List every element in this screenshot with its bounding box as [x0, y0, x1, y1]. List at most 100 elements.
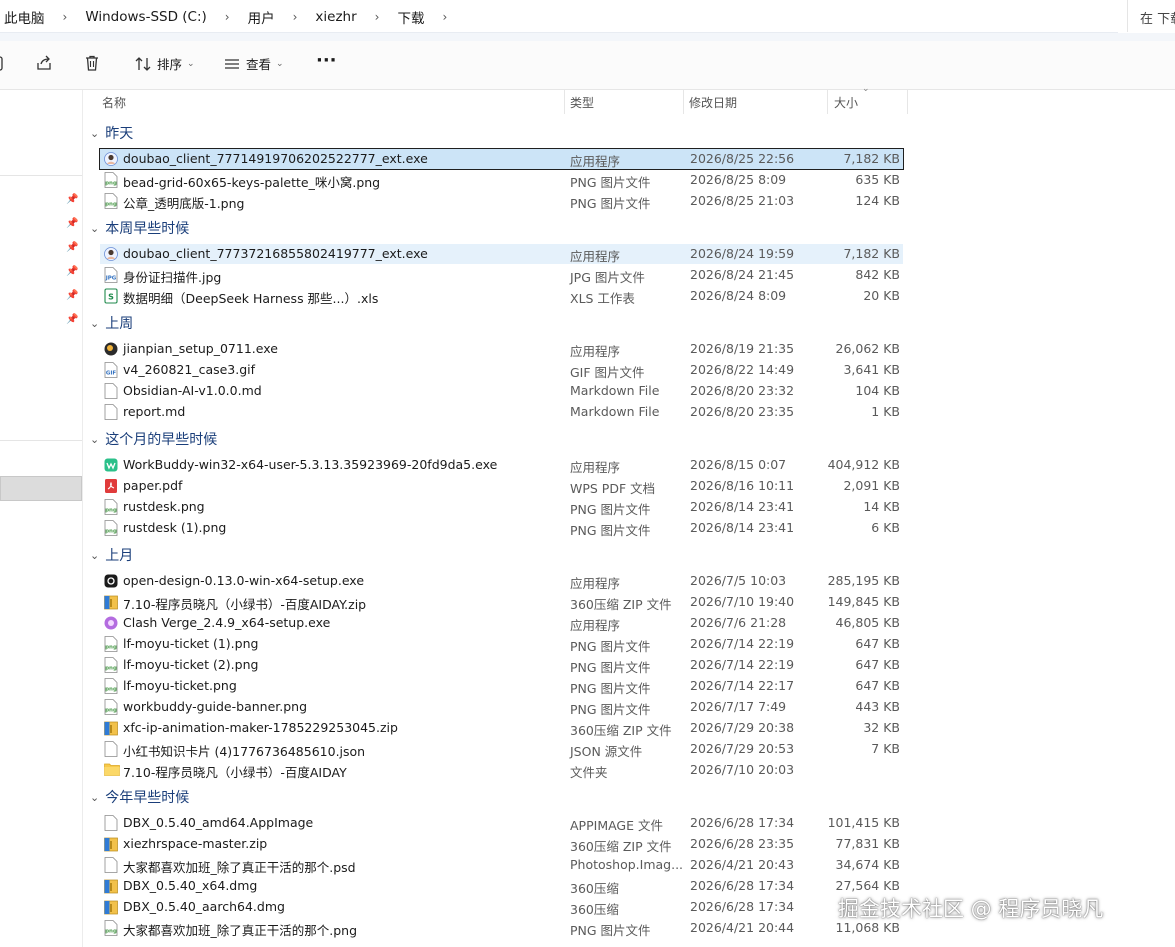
- column-header-type[interactable]: 类型: [570, 94, 594, 111]
- column-divider[interactable]: [907, 90, 908, 114]
- file-modified-date: 2026/7/29 20:53: [690, 741, 795, 756]
- file-row[interactable]: JPG 身份证扫描件.jpg JPG 图片文件 2026/8/24 21:45 842 …: [100, 265, 903, 285]
- file-row[interactable]: Clash Verge_2.4.9_x64-setup.exe 应用程序 2026/…: [100, 613, 903, 633]
- column-divider[interactable]: [827, 90, 828, 114]
- group-header[interactable]: ⌄ 上月: [90, 544, 133, 566]
- file-row[interactable]: png lf-moyu-ticket.png PNG 图片文件 2026/7/14 2…: [100, 676, 903, 696]
- file-name: DBX_0.5.40_amd64.AppImage: [123, 815, 314, 830]
- breadcrumb-item[interactable]: 下载: [397, 7, 434, 27]
- chevron-right-icon[interactable]: ›: [55, 10, 86, 24]
- file-type: Photoshop.Imag...: [570, 857, 684, 872]
- file-row[interactable]: xfc-ip-animation-maker-1785229253045.zip…: [100, 718, 903, 738]
- chevron-right-icon[interactable]: ›: [217, 10, 248, 24]
- png-file-icon: png: [104, 520, 118, 536]
- group-header[interactable]: ⌄ 这个月的早些时候: [90, 428, 217, 450]
- breadcrumb: 此电脑 › Windows-SSD (C:) › 用户 › xiezhr › 下载 ›: [4, 7, 465, 27]
- file-row[interactable]: open-design-0.13.0-win-x64-setup.exe 应用程序…: [100, 571, 903, 591]
- file-row[interactable]: doubao_client_77737216855802419777_ext.e…: [100, 244, 903, 264]
- file-type: 应用程序: [570, 618, 621, 633]
- file-row[interactable]: jianpian_setup_0711.exe 应用程序 2026/8/19 21:…: [100, 339, 903, 359]
- file-row[interactable]: 小红书知识卡片 (4)1776736485610.json JSON 源文件 202…: [100, 739, 903, 759]
- file-row[interactable]: DBX_0.5.40_x64.dmg 360压缩 2026/6/28 17:34 27…: [100, 876, 903, 896]
- file-row[interactable]: 7.10-程序员晓凡（小绿书）-百度AIDAY.zip 360压缩 ZIP 文件 2…: [100, 592, 903, 612]
- more-options-button[interactable]: ···: [316, 50, 337, 71]
- pin-icon[interactable]: 📌: [66, 194, 78, 205]
- file-row[interactable]: DBX_0.5.40_amd64.AppImage APPIMAGE 文件 2026…: [100, 813, 903, 833]
- png-file-icon: png: [104, 499, 118, 515]
- breadcrumb-item[interactable]: xiezhr: [315, 9, 366, 25]
- nav-selected-item[interactable]: [0, 476, 82, 501]
- group-header[interactable]: ⌄ 昨天: [90, 122, 133, 144]
- file-row[interactable]: 大家都喜欢加班_除了真正干活的那个.psd Photoshop.Imag... 20…: [100, 855, 903, 875]
- file-row[interactable]: WorkBuddy-win32-x64-user-5.3.13.35923969…: [100, 455, 903, 475]
- group-header[interactable]: ⌄ 今年早些时候: [90, 786, 189, 808]
- file-size: 635 KB: [855, 172, 900, 187]
- file-type: 360压缩: [570, 902, 619, 917]
- chevron-down-icon[interactable]: ⌄: [90, 433, 99, 446]
- column-header-modified[interactable]: 修改日期: [689, 94, 737, 111]
- column-header-size[interactable]: 大小: [834, 94, 858, 111]
- file-row[interactable]: png lf-moyu-ticket (2).png PNG 图片文件 2026/7/…: [100, 655, 903, 675]
- chevron-down-icon[interactable]: ⌄: [90, 791, 99, 804]
- file-row[interactable]: paper.pdf WPS PDF 文档 2026/8/16 10:11 2,091 …: [100, 476, 903, 496]
- copy-button[interactable]: [0, 54, 6, 72]
- file-row[interactable]: xiezhrspace-master.zip 360压缩 ZIP 文件 2026/6…: [100, 834, 903, 854]
- file-row[interactable]: png 公章_透明底版-1.png PNG 图片文件 2026/8/25 21:03 1…: [100, 191, 903, 211]
- share-button[interactable]: [35, 54, 53, 72]
- file-row[interactable]: report.md Markdown File 2026/8/20 23:35 1 K…: [100, 402, 903, 422]
- chevron-right-icon[interactable]: ›: [367, 10, 398, 24]
- search-box[interactable]: 在 下载: [1127, 0, 1175, 32]
- view-button[interactable]: 查看 ⌄: [223, 54, 284, 73]
- png-file-icon: png: [104, 172, 118, 188]
- file-row[interactable]: GIF v4_260821_case3.gif GIF 图片文件 2026/8/22 …: [100, 360, 903, 380]
- delete-button[interactable]: [83, 54, 101, 72]
- navigation-pane[interactable]: 📌 📌 📌 📌 📌 📌: [0, 90, 83, 947]
- file-name: lf-moyu-ticket (2).png: [123, 657, 259, 672]
- address-bar[interactable]: 此电脑 › Windows-SSD (C:) › 用户 › xiezhr › 下载 ›: [0, 0, 1118, 33]
- file-row[interactable]: Obsidian-AI-v1.0.0.md Markdown File 2026/8…: [100, 381, 903, 401]
- pin-icon[interactable]: 📌: [66, 242, 78, 253]
- column-header-name[interactable]: 名称: [102, 94, 126, 111]
- file-modified-date: 2026/8/20 23:32: [690, 383, 795, 398]
- file-type: GIF 图片文件: [570, 365, 645, 380]
- file-modified-date: 2026/7/10 20:03: [690, 762, 795, 777]
- file-modified-date: 2026/8/24 19:59: [690, 246, 795, 261]
- sort-button[interactable]: 排序 ⌄: [134, 54, 195, 73]
- file-row[interactable]: doubao_client_77714919706202522777_ext.e…: [99, 148, 904, 170]
- file-size: 1 KB: [871, 404, 900, 419]
- file-row[interactable]: png 大家都喜欢加班_除了真正干活的那个.png PNG 图片文件 2026/4/2…: [100, 918, 903, 938]
- file-row[interactable]: png rustdesk (1).png PNG 图片文件 2026/8/14 23:…: [100, 518, 903, 538]
- file-name: 小红书知识卡片 (4)1776736485610.json: [123, 744, 366, 759]
- pin-icon[interactable]: 📌: [66, 314, 78, 325]
- file-row[interactable]: 7.10-程序员晓凡（小绿书）-百度AIDAY 文件夹 2026/7/10 20:0…: [100, 760, 903, 780]
- pin-icon[interactable]: 📌: [66, 290, 78, 301]
- chevron-right-icon[interactable]: ›: [434, 10, 465, 24]
- file-row[interactable]: png lf-moyu-ticket (1).png PNG 图片文件 2026/7/…: [100, 634, 903, 654]
- file-row[interactable]: png rustdesk.png PNG 图片文件 2026/8/14 23:41 14…: [100, 497, 903, 517]
- breadcrumb-item[interactable]: 此电脑: [4, 7, 55, 27]
- file-size: 14 KB: [863, 499, 900, 514]
- chevron-down-icon[interactable]: ⌄: [90, 127, 99, 140]
- svg-text:png: png: [105, 508, 117, 514]
- clash-app-icon: [104, 615, 118, 631]
- chevron-down-icon[interactable]: ⌄: [90, 222, 99, 235]
- breadcrumb-item[interactable]: Windows-SSD (C:): [85, 9, 216, 25]
- column-divider[interactable]: [564, 90, 565, 114]
- breadcrumb-item[interactable]: 用户: [248, 7, 285, 27]
- file-row[interactable]: png workbuddy-guide-banner.png PNG 图片文件 202…: [100, 697, 903, 717]
- file-row[interactable]: DBX_0.5.40_aarch64.dmg 360压缩 2026/6/28 17:…: [100, 897, 903, 917]
- group-header[interactable]: ⌄ 上周: [90, 312, 133, 334]
- file-row[interactable]: S 数据明细（DeepSeek Harness 那些...）.xls XLS 工作表…: [100, 286, 903, 306]
- chevron-down-icon[interactable]: ⌄: [90, 317, 99, 330]
- group-header[interactable]: ⌄ 本周早些时候: [90, 217, 189, 239]
- chevron-down-icon[interactable]: ⌄: [90, 549, 99, 562]
- pin-icon[interactable]: 📌: [66, 218, 78, 229]
- file-type: PNG 图片文件: [570, 702, 651, 717]
- md-file-icon: [104, 404, 118, 420]
- zip-file-icon: [104, 878, 118, 894]
- column-divider[interactable]: [683, 90, 684, 114]
- pin-icon[interactable]: 📌: [66, 266, 78, 277]
- chevron-right-icon[interactable]: ›: [285, 10, 316, 24]
- file-row[interactable]: png bead-grid-60x65-keys-palette_咪小窝.png P…: [100, 170, 903, 190]
- file-modified-date: 2026/8/14 23:41: [690, 520, 795, 535]
